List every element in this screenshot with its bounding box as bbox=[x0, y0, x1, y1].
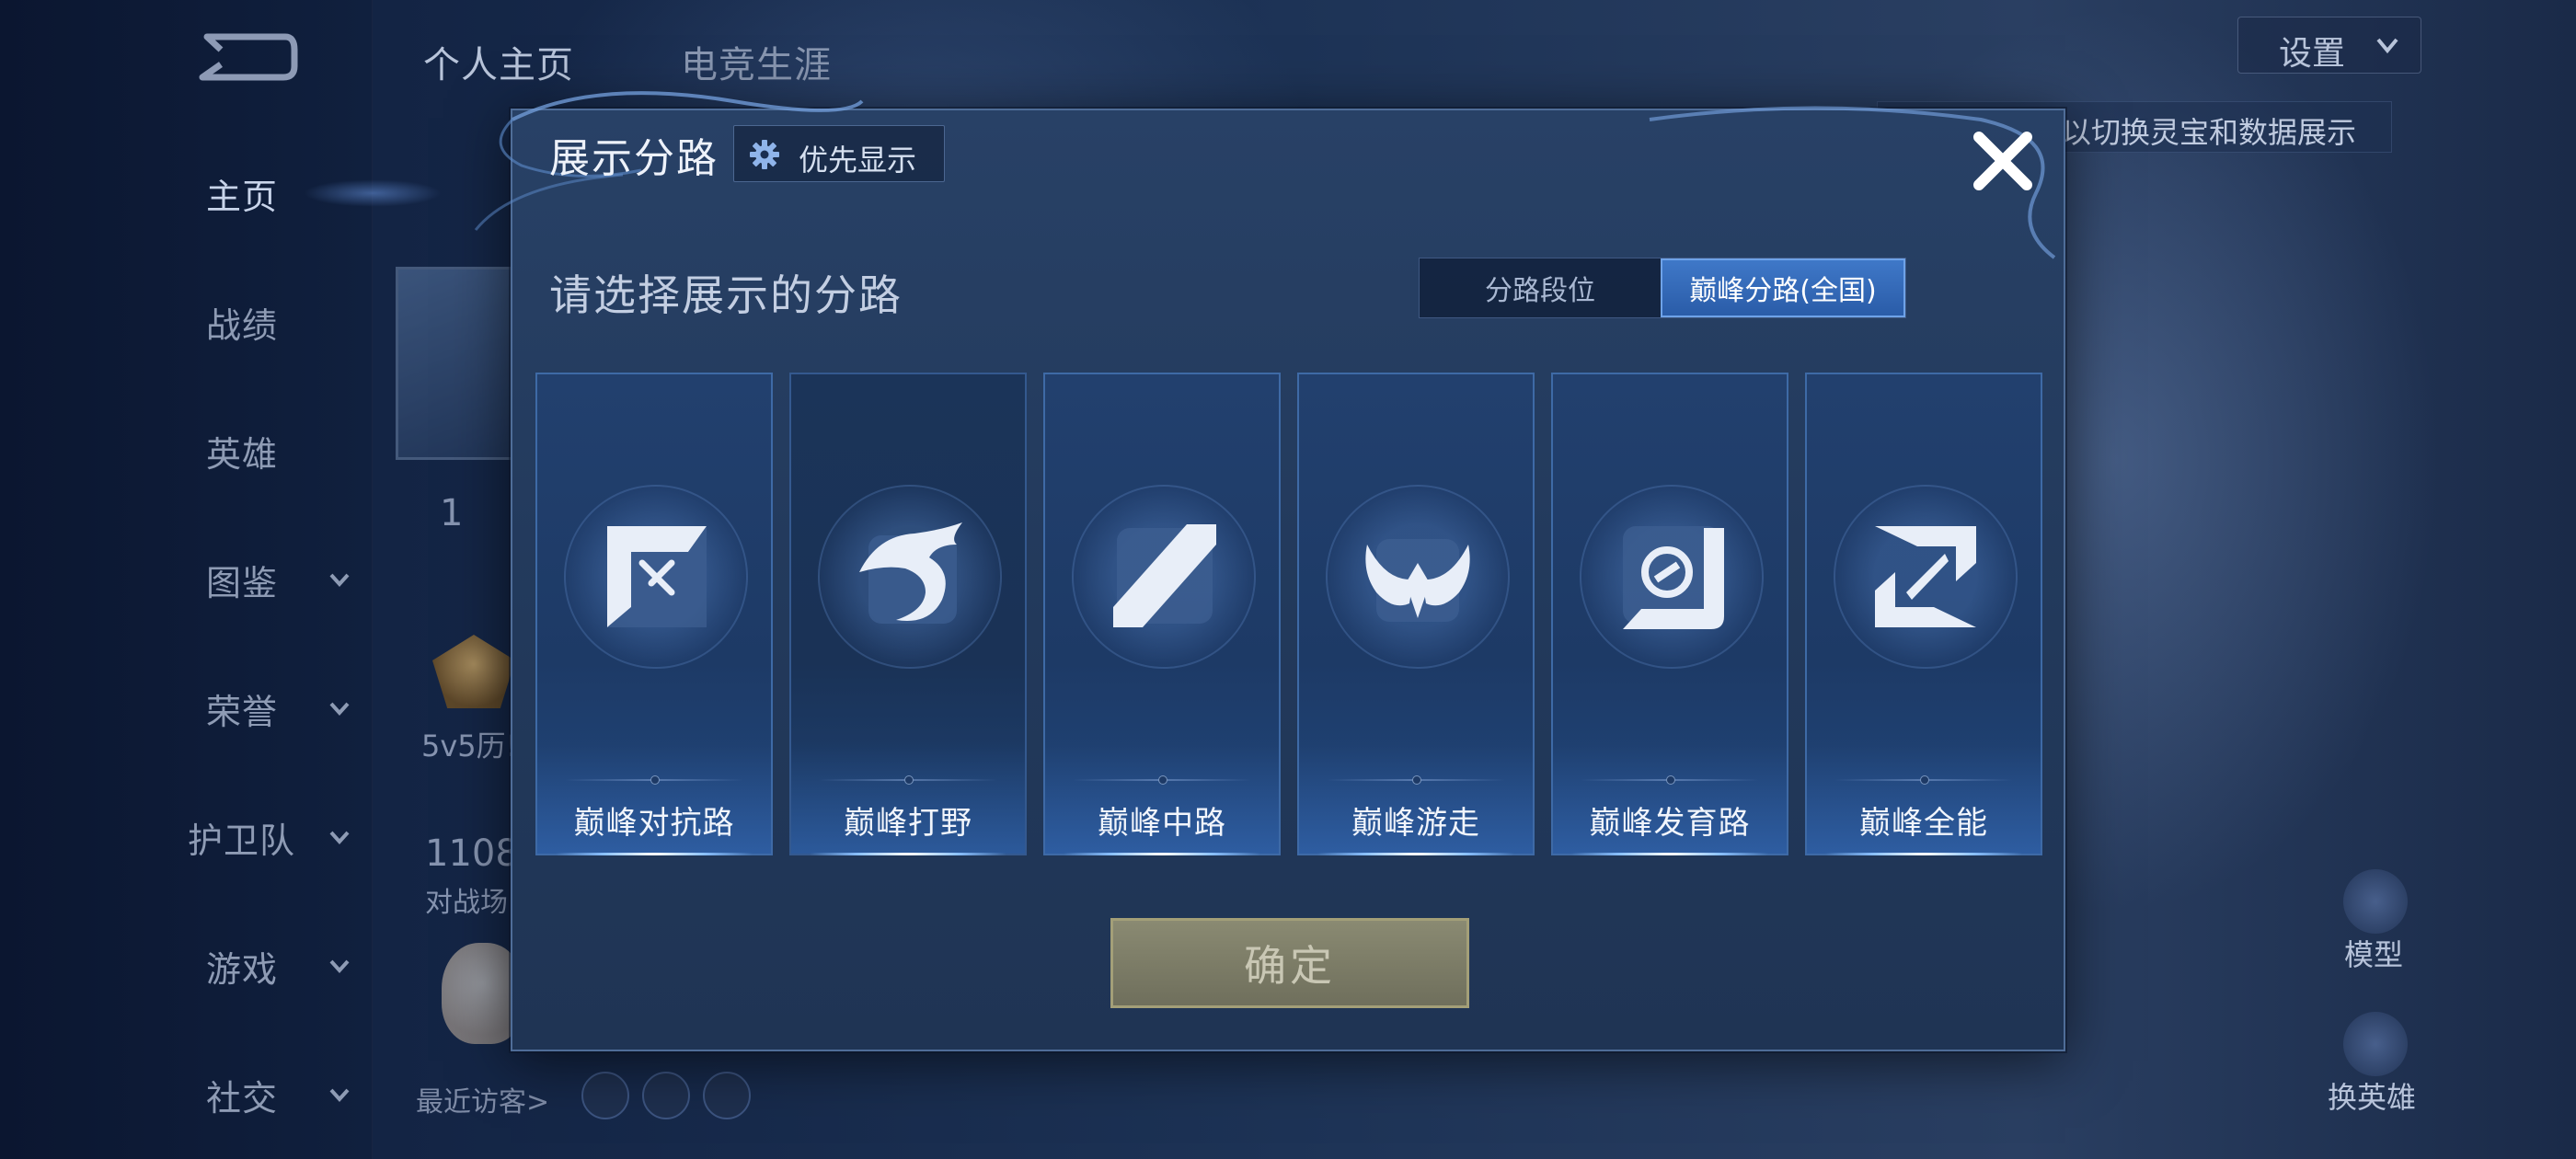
lane-card-all-round[interactable]: 巅峰全能 bbox=[1805, 373, 2042, 855]
sidebar-item-label: 社交 bbox=[206, 1077, 279, 1119]
stat-label: 5v5历! bbox=[421, 729, 518, 763]
sidebar-item-guard-team[interactable]: 护卫队 bbox=[0, 800, 373, 874]
visitor-avatar[interactable] bbox=[642, 1072, 690, 1119]
chevron-down-icon bbox=[329, 573, 350, 587]
lane-name: 巅峰发育路 bbox=[1589, 805, 1751, 842]
chevron-down-icon bbox=[329, 702, 350, 716]
lane-card-jungle[interactable]: 巅峰打野 bbox=[789, 373, 1027, 855]
model-button-label[interactable]: 模型 bbox=[2344, 932, 2403, 974]
tab-esports-career[interactable]: 电竞生涯 bbox=[681, 35, 832, 88]
lane-card-clash[interactable]: 巅峰对抗路 bbox=[535, 373, 773, 855]
close-icon[interactable] bbox=[1966, 124, 2040, 198]
swap-hero-button-label[interactable]: 换英雄 bbox=[2328, 1074, 2416, 1117]
sidebar-item-label: 英雄 bbox=[206, 433, 279, 475]
dialog-title: 展示分路 bbox=[549, 135, 719, 182]
battle-count-label: 对战场 bbox=[425, 887, 508, 919]
swap-hero-icon[interactable] bbox=[2343, 1012, 2408, 1076]
settings-label: 设置 bbox=[2279, 35, 2346, 73]
lane-card-mid[interactable]: 巅峰中路 bbox=[1043, 373, 1281, 855]
lane-name: 巅峰中路 bbox=[1098, 805, 1226, 842]
sidebar-item-label: 护卫队 bbox=[188, 820, 296, 861]
lane-display-dialog: 展示分路 优先显示 请选择展示的分路 分路段位 巅峰分路(全国) 巅峰对抗路 巅… bbox=[474, 91, 2065, 1051]
sidebar-item-home[interactable]: 主页 bbox=[0, 156, 442, 230]
roam-wings-icon bbox=[1365, 539, 1470, 622]
lane-card-roam[interactable]: 巅峰游走 bbox=[1297, 373, 1535, 855]
sidebar-item-honor[interactable]: 荣誉 bbox=[0, 671, 373, 745]
battle-count: 1108 bbox=[425, 832, 519, 875]
chevron-down-icon bbox=[329, 959, 350, 973]
sidebar-item-label: 荣誉 bbox=[206, 691, 279, 732]
lane-name: 巅峰打野 bbox=[844, 805, 972, 842]
sidebar-item-label: 游戏 bbox=[206, 948, 279, 990]
sidebar-item-social[interactable]: 社交 bbox=[0, 1058, 373, 1131]
priority-display-button[interactable]: 优先显示 bbox=[733, 125, 945, 182]
sidebar-item-heroes[interactable]: 英雄 bbox=[0, 414, 373, 488]
back-arrow-icon[interactable] bbox=[189, 29, 299, 85]
chevron-down-icon bbox=[329, 831, 350, 844]
gear-icon bbox=[750, 140, 779, 169]
mid-lane-icon bbox=[1113, 524, 1216, 627]
priority-display-label: 优先显示 bbox=[799, 143, 917, 178]
lane-card-farm[interactable]: 巅峰发育路 bbox=[1551, 373, 1788, 855]
tab-personal-home[interactable]: 个人主页 bbox=[423, 35, 574, 88]
sidebar: 主页 战绩 英雄 图鉴 荣誉 护卫队 游戏 社交 bbox=[0, 0, 442, 1159]
stat-value: 1 bbox=[440, 492, 464, 534]
sidebar-item-label: 主页 bbox=[206, 176, 279, 217]
confirm-button[interactable]: 确定 bbox=[1110, 918, 1469, 1008]
clash-lane-icon bbox=[607, 526, 707, 627]
sidebar-item-label: 图鉴 bbox=[206, 562, 279, 603]
farm-lane-icon bbox=[1623, 526, 1724, 629]
visitor-avatar[interactable] bbox=[703, 1072, 751, 1119]
lane-mode-toggle: 分路段位 巅峰分路(全国) bbox=[1419, 258, 1906, 318]
lane-name: 巅峰游走 bbox=[1351, 805, 1480, 842]
all-round-icon bbox=[1875, 526, 1976, 627]
settings-button[interactable]: 设置 bbox=[2237, 17, 2421, 74]
jungle-dragon-icon bbox=[859, 522, 962, 624]
segment-lane-rank[interactable]: 分路段位 bbox=[1420, 258, 1661, 317]
chevron-down-icon bbox=[2376, 38, 2398, 54]
lane-name: 巅峰全能 bbox=[1859, 805, 1988, 842]
sidebar-item-records[interactable]: 战绩 bbox=[0, 285, 373, 359]
confirm-button-label: 确定 bbox=[1244, 941, 1336, 991]
recent-visitors-link[interactable]: 最近访客> bbox=[416, 1079, 549, 1119]
lane-name: 巅峰对抗路 bbox=[573, 805, 735, 842]
sidebar-item-label: 战绩 bbox=[206, 304, 279, 346]
visitor-avatar[interactable] bbox=[581, 1072, 629, 1119]
chevron-down-icon bbox=[329, 1088, 350, 1102]
segment-peak-lane-national[interactable]: 巅峰分路(全国) bbox=[1661, 258, 1905, 317]
sidebar-item-games[interactable]: 游戏 bbox=[0, 929, 373, 1003]
model-icon[interactable] bbox=[2343, 869, 2408, 934]
sidebar-item-codex[interactable]: 图鉴 bbox=[0, 543, 373, 616]
profile-card-background bbox=[396, 267, 515, 460]
dialog-subtitle: 请选择展示的分路 bbox=[549, 270, 903, 320]
